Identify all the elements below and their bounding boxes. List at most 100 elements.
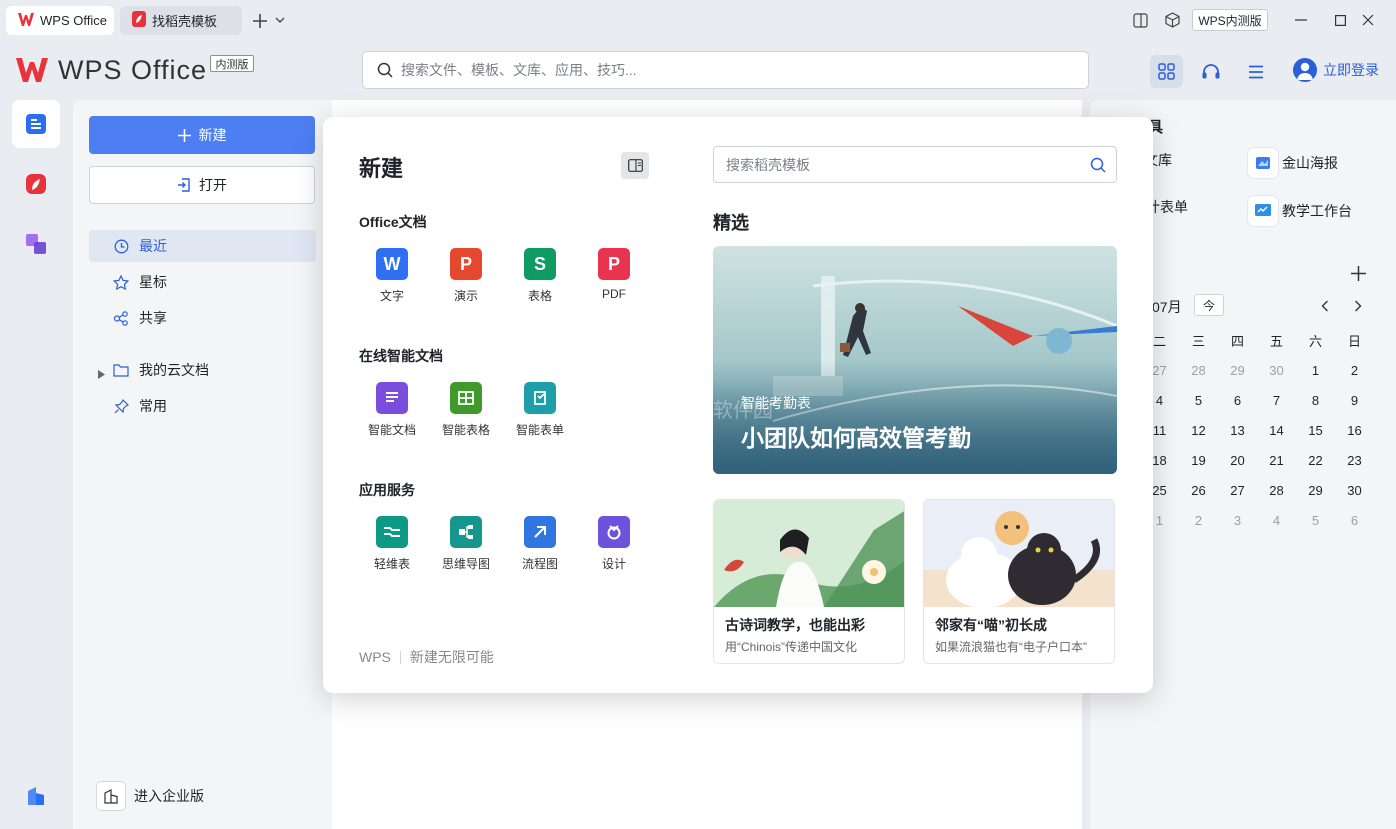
calendar-day[interactable]: 5 — [1179, 393, 1218, 408]
calendar-day[interactable]: 3 — [1218, 513, 1257, 528]
calendar-day[interactable]: 13 — [1218, 423, 1257, 438]
app-tile-icon: P — [598, 248, 630, 280]
rail-docer[interactable] — [12, 160, 60, 208]
calendar-week-row: 11 12 13 14 15 16 — [1140, 415, 1376, 445]
tab-list-dropdown[interactable] — [273, 13, 287, 27]
new-office-app-1[interactable]: P 演示 — [429, 248, 503, 304]
calendar-day[interactable]: 12 — [1179, 423, 1218, 438]
global-search[interactable] — [362, 51, 1089, 89]
calendar-day[interactable]: 26 — [1179, 483, 1218, 498]
teaching-icon — [1248, 196, 1278, 226]
calendar-day[interactable]: 22 — [1296, 453, 1335, 468]
footer-divider — [399, 650, 401, 664]
reading-mode-button[interactable] — [1131, 11, 1149, 29]
customer-service-button[interactable] — [1199, 60, 1223, 84]
search-input[interactable] — [401, 62, 1001, 78]
login-label: 立即登录 — [1323, 62, 1379, 78]
calendar-day[interactable]: 21 — [1257, 453, 1296, 468]
rail-apps[interactable] — [12, 220, 60, 268]
calendar-day[interactable]: 16 — [1335, 423, 1374, 438]
new-service-app-0[interactable]: 轻维表 — [355, 516, 429, 572]
tool-kingsoft-poster[interactable]: 金山海报 — [1248, 148, 1338, 178]
new-button-label: 新建 — [198, 127, 227, 143]
sidebar-item-frequent[interactable]: 常用 — [89, 390, 316, 422]
new-tab-button[interactable] — [250, 11, 270, 31]
next-month-button[interactable] — [1354, 299, 1362, 315]
new-service-app-3[interactable]: 设计 — [577, 516, 651, 572]
template-search-input[interactable] — [726, 156, 1076, 173]
today-button[interactable]: 今 — [1194, 294, 1224, 316]
app-tile-icon — [376, 382, 408, 414]
calendar-month: 07月 — [1152, 299, 1182, 315]
new-service-app-2[interactable]: 流程图 — [503, 516, 577, 572]
new-button[interactable]: 新建 — [89, 116, 315, 154]
search-icon[interactable] — [1090, 157, 1106, 173]
new-online-app-1[interactable]: 智能表格 — [429, 382, 503, 438]
template-card-poetry[interactable]: 古诗词教学，也能出彩 用“Chinois”传递中国文化 — [713, 499, 905, 664]
calendar-day[interactable]: 2 — [1335, 363, 1374, 378]
sidebar-item-label: 最近 — [139, 238, 167, 254]
calendar-day[interactable]: 28 — [1257, 483, 1296, 498]
calendar-day[interactable]: 29 — [1218, 363, 1257, 378]
app-grid-button[interactable] — [1150, 55, 1183, 88]
calendar-day[interactable]: 4 — [1257, 513, 1296, 528]
toggle-layout-button[interactable] — [621, 152, 649, 179]
tab-wps-office[interactable]: WPS Office — [6, 6, 114, 35]
calendar-day[interactable]: 9 — [1335, 393, 1374, 408]
calendar-day[interactable]: 20 — [1218, 453, 1257, 468]
sidebar-item-shared[interactable]: 共享 — [89, 302, 316, 334]
tool-teaching-desk[interactable]: 教学工作台 — [1248, 196, 1352, 226]
prev-month-button[interactable] — [1321, 299, 1329, 315]
calendar-day[interactable]: 28 — [1179, 363, 1218, 378]
wps-logo-icon — [18, 12, 34, 29]
calendar-day[interactable]: 30 — [1257, 363, 1296, 378]
new-service-app-1[interactable]: 思维导图 — [429, 516, 503, 572]
calendar-day[interactable]: 27 — [1218, 483, 1257, 498]
rail-enterprise[interactable] — [12, 772, 60, 820]
calendar-day[interactable]: 23 — [1335, 453, 1374, 468]
template-search[interactable] — [713, 146, 1117, 183]
open-button[interactable]: 打开 — [89, 166, 315, 204]
calendar-weekday: 五 — [1269, 333, 1283, 349]
sidebar-item-label: 星标 — [139, 274, 167, 290]
calendar-day[interactable]: 6 — [1218, 393, 1257, 408]
calendar-day[interactable]: 30 — [1335, 483, 1374, 498]
calendar-day[interactable]: 8 — [1296, 393, 1335, 408]
chevron-left-icon — [1321, 300, 1328, 312]
open-button-label: 打开 — [199, 177, 227, 193]
sidebar-item-recent[interactable]: 最近 — [89, 230, 316, 262]
sidebar-item-starred[interactable]: 星标 — [89, 266, 316, 298]
enterprise-entry[interactable]: 进入企业版 — [96, 781, 204, 811]
featured-banner[interactable]: 软件园 智能考勤表 小团队如何高效管考勤 — [713, 246, 1117, 474]
minimize-button[interactable] — [1292, 11, 1310, 29]
main-menu-button[interactable] — [1244, 60, 1268, 84]
new-online-app-0[interactable]: 智能文档 — [355, 382, 429, 438]
new-office-app-3[interactable]: P PDF — [577, 248, 651, 304]
chevron-right-icon — [1355, 300, 1362, 312]
calendar-day[interactable]: 6 — [1335, 513, 1374, 528]
calendar-day[interactable]: 7 — [1257, 393, 1296, 408]
close-button[interactable] — [1359, 11, 1377, 29]
new-online-app-2[interactable]: 智能表单 — [503, 382, 577, 438]
wps-beta-badge[interactable]: WPS内测版 — [1192, 9, 1268, 31]
sidebar-item-cloud-docs[interactable]: 我的云文档 — [89, 354, 316, 386]
menu-icon — [1249, 65, 1263, 79]
new-office-app-0[interactable]: W 文字 — [355, 248, 429, 304]
rail-documents[interactable] — [12, 100, 60, 148]
app-logo-text: WPS Office — [58, 55, 208, 85]
apps-cube-button[interactable] — [1163, 11, 1181, 29]
template-card-cat[interactable]: 邻家有“喵”初长成 如果流浪猫也有“电子户口本” — [923, 499, 1115, 664]
calendar-day[interactable]: 19 — [1179, 453, 1218, 468]
add-event-button[interactable] — [1351, 266, 1366, 284]
login-button[interactable]: 立即登录 — [1293, 58, 1379, 82]
tab-docer-templates[interactable]: 找稻壳模板 — [120, 6, 242, 35]
folder-icon — [113, 362, 129, 378]
calendar-day[interactable]: 15 — [1296, 423, 1335, 438]
calendar-day[interactable]: 1 — [1296, 363, 1335, 378]
calendar-day[interactable]: 29 — [1296, 483, 1335, 498]
calendar-day[interactable]: 14 — [1257, 423, 1296, 438]
calendar-day[interactable]: 2 — [1179, 513, 1218, 528]
maximize-button[interactable] — [1331, 11, 1349, 29]
calendar-day[interactable]: 5 — [1296, 513, 1335, 528]
new-office-app-2[interactable]: S 表格 — [503, 248, 577, 304]
